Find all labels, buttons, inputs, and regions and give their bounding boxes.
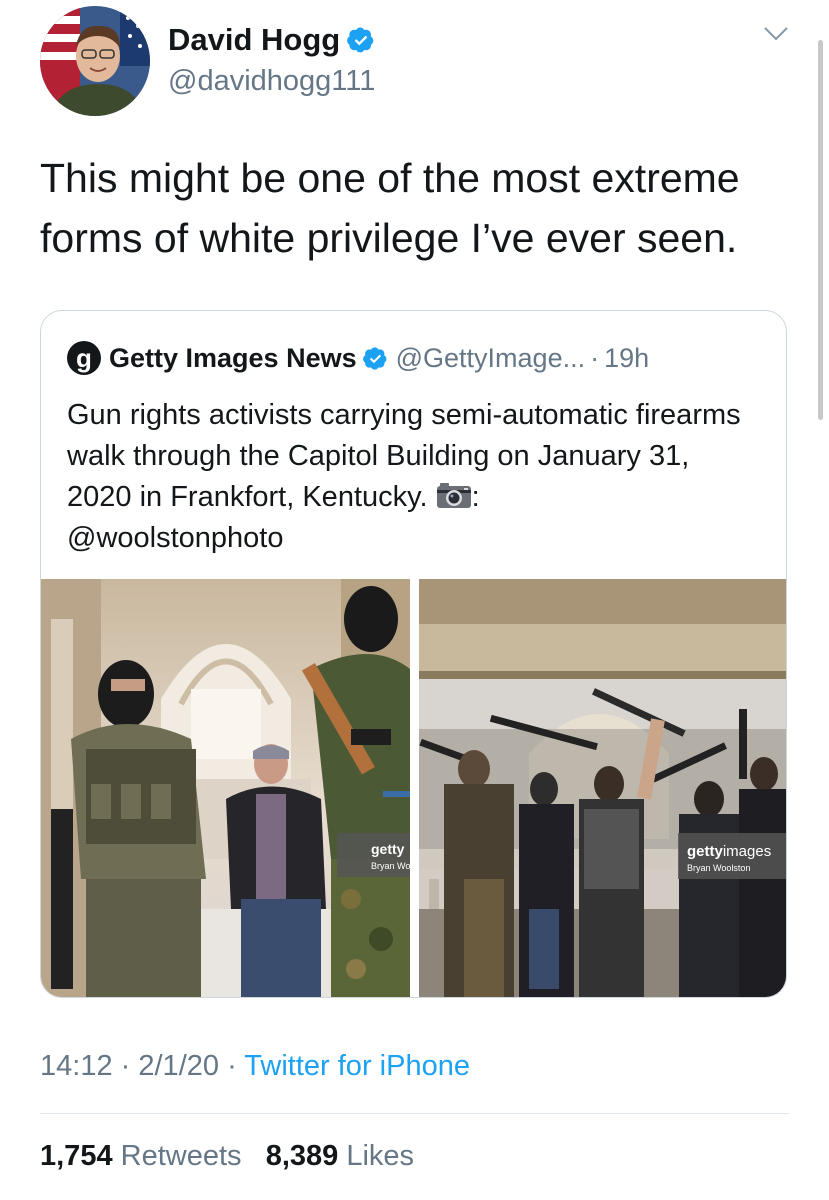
author-handle[interactable]: @davidhogg111 [168,65,375,98]
verified-badge-icon [347,27,374,53]
author-info[interactable]: David Hogg @davidhogg111 [168,22,375,98]
camera-icon [436,483,471,508]
quoted-tweet-header: g Getty Images News @GettyImage... · 19h [67,341,649,375]
meta-separator: · [120,1050,131,1082]
watermark-images: images [723,843,771,860]
quoted-text-suffix: : [471,481,480,513]
quoted-author-name: Getty Images News [109,342,357,373]
tweet-stats: 1,754 Retweets 8,389 Likes [40,1140,414,1173]
scrollbar[interactable] [818,40,823,420]
tweet-date[interactable]: 2/1/20 [138,1050,219,1082]
quoted-author-handle: @GettyImage... [395,342,586,373]
author-avatar[interactable] [40,6,150,116]
quoted-media[interactable]: getty Bryan Wo gettyimages Bryan Woolsto… [41,579,786,997]
likes-label: Likes [346,1140,415,1172]
tweet-meta: 14:12 · 2/1/20 · Twitter for iPhone [40,1050,470,1083]
watermark-getty-bold: getty [687,843,723,860]
verified-badge-icon [362,346,387,370]
watermark-credit: Bryan Wo [371,861,410,871]
author-name[interactable]: David Hogg [168,22,340,58]
chevron-down-icon[interactable] [763,26,789,42]
quoted-text-body: Gun rights activists carrying semi-autom… [67,399,741,513]
tweet-time[interactable]: 14:12 [40,1050,113,1082]
retweets-count: 1,754 [40,1140,113,1172]
likes-stat[interactable]: 8,389 Likes [266,1140,414,1172]
quoted-tweet[interactable]: g Getty Images News @GettyImage... · 19h… [40,310,787,998]
getty-logo-icon: g [67,341,101,375]
media-photo-1[interactable]: getty Bryan Wo [41,579,410,997]
tweet-text: This might be one of the most extreme fo… [40,155,740,261]
likes-count: 8,389 [265,1140,339,1172]
retweets-stat[interactable]: 1,754 Retweets [40,1140,242,1172]
quoted-tweet-text: Gun rights activists carrying semi-autom… [67,395,747,559]
tweet-client-link[interactable]: Twitter for iPhone [244,1050,470,1082]
meta-separator: · [227,1050,237,1082]
divider [40,1113,789,1114]
watermark-credit: Bryan Woolston [687,863,750,873]
retweets-label: Retweets [120,1140,242,1172]
photo-credit[interactable]: @woolstonphoto [67,522,283,554]
media-photo-2[interactable]: gettyimages Bryan Woolston [419,579,786,997]
watermark-gettyimages: gettyimages [687,843,771,860]
quoted-timestamp: 19h [604,342,650,373]
quoted-separator: · [590,342,600,373]
watermark-getty: getty [371,841,405,857]
